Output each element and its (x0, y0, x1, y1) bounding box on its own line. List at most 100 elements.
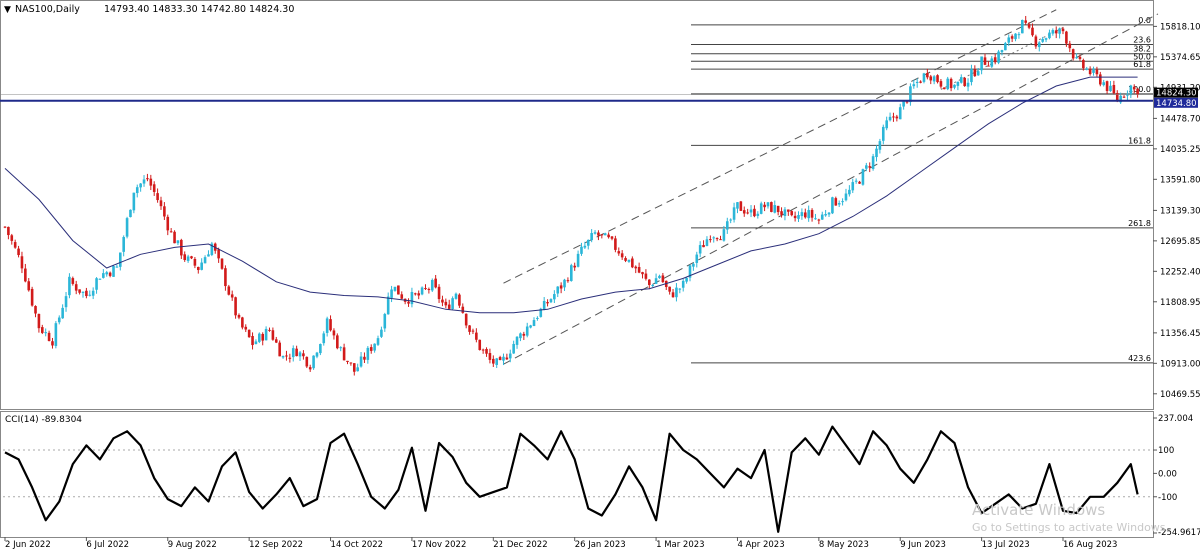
candle-body (586, 239, 590, 246)
candle-body (393, 286, 397, 291)
candle-body (959, 77, 963, 83)
candle-body (1044, 38, 1048, 40)
candle (922, 72, 926, 84)
candle-body (797, 215, 800, 219)
candle-body (342, 347, 346, 361)
candle (68, 273, 71, 299)
candle-body (739, 201, 743, 211)
candle-body (156, 193, 159, 201)
candle-body (498, 357, 502, 361)
candle-body (34, 306, 37, 314)
candle-body (488, 353, 492, 360)
candle-body (132, 192, 136, 211)
candle-body (854, 180, 858, 182)
candle-body (278, 342, 281, 357)
candle-body (81, 291, 85, 293)
candle-body (742, 210, 746, 214)
candle-body (10, 235, 14, 241)
candle-body (349, 362, 353, 364)
candle-body (1037, 42, 1041, 48)
candle-body (247, 329, 251, 338)
candle-body (1007, 37, 1011, 43)
fib-level-label: 161.8 (1128, 136, 1151, 145)
candle-body (868, 166, 872, 168)
candle-body (139, 183, 142, 188)
candle-body (1105, 81, 1109, 91)
candle-body (108, 272, 112, 276)
candle (173, 230, 176, 244)
candle-body (322, 333, 326, 344)
candle-body (807, 210, 810, 219)
candle-body (37, 313, 41, 329)
candle-body (98, 278, 102, 280)
candle-body (824, 214, 827, 216)
candle-body (556, 286, 560, 294)
candle-body (502, 356, 505, 361)
candle-body (715, 238, 719, 240)
candle-body (881, 126, 885, 141)
candle-body (702, 245, 705, 248)
candle-body (953, 84, 956, 88)
candle (210, 241, 214, 257)
x-tick-label: 16 Aug 2023 (1063, 540, 1117, 550)
candle-body (631, 258, 634, 268)
candle-body (603, 233, 607, 236)
candle-body (756, 213, 760, 216)
candle-body (678, 288, 682, 290)
candle-body (719, 239, 722, 241)
candle-body (414, 293, 417, 295)
candle-body (64, 296, 68, 308)
candle-body (430, 279, 434, 291)
candle-body (163, 206, 166, 217)
candle-body (159, 200, 163, 207)
candle-body (637, 267, 641, 273)
candle-body (475, 332, 478, 340)
candle-body (74, 284, 78, 291)
y-tick-label: 12252.40 (1160, 267, 1200, 277)
candle-body (787, 209, 790, 212)
candle-body (61, 307, 64, 319)
candle (831, 196, 834, 215)
candle-body (135, 187, 139, 194)
candle-body (573, 265, 576, 268)
candle-body (380, 329, 383, 337)
candle-body (1102, 82, 1105, 86)
candle-body (1129, 85, 1133, 96)
candle (478, 339, 482, 351)
candle-body (559, 285, 563, 289)
candle-body (152, 184, 156, 192)
candle-body (454, 293, 458, 299)
candle-body (725, 221, 729, 230)
candle-body (993, 57, 997, 63)
candle-body (125, 218, 129, 237)
candle-body (305, 356, 309, 367)
candle-body (471, 330, 475, 332)
candle-body (166, 216, 170, 231)
y-tick-label: 14931.20 (1160, 83, 1200, 93)
candle-body (7, 226, 10, 236)
candle (936, 74, 939, 84)
candle-body (468, 325, 471, 332)
candle-body (1095, 69, 1099, 75)
candle-body (990, 58, 994, 67)
candle-body (566, 280, 570, 282)
candle-body (712, 237, 716, 239)
chart-root: 0.0 23.6 38.2 50.0 61.8 100.0 161.8 261.8 423.6 … (0, 0, 1200, 553)
candle-body (831, 197, 834, 214)
x-tick-label: 14 Oct 2022 (331, 540, 384, 550)
candle-body (976, 71, 980, 76)
candle-body (1099, 74, 1102, 85)
candle-body (13, 242, 17, 248)
candle-body (837, 203, 841, 205)
chart-header-arrow[interactable]: ▼ (4, 5, 11, 15)
candle-body (658, 275, 661, 279)
candle-body (149, 178, 153, 186)
x-tick-label: 2 Jun 2022 (5, 540, 51, 550)
candle-body (773, 205, 777, 213)
candle-body (1048, 32, 1051, 39)
candle-body (308, 367, 312, 370)
candle-body (1024, 20, 1028, 23)
candle-body (17, 248, 20, 256)
candle-body (675, 287, 678, 298)
candle-body (420, 287, 424, 295)
